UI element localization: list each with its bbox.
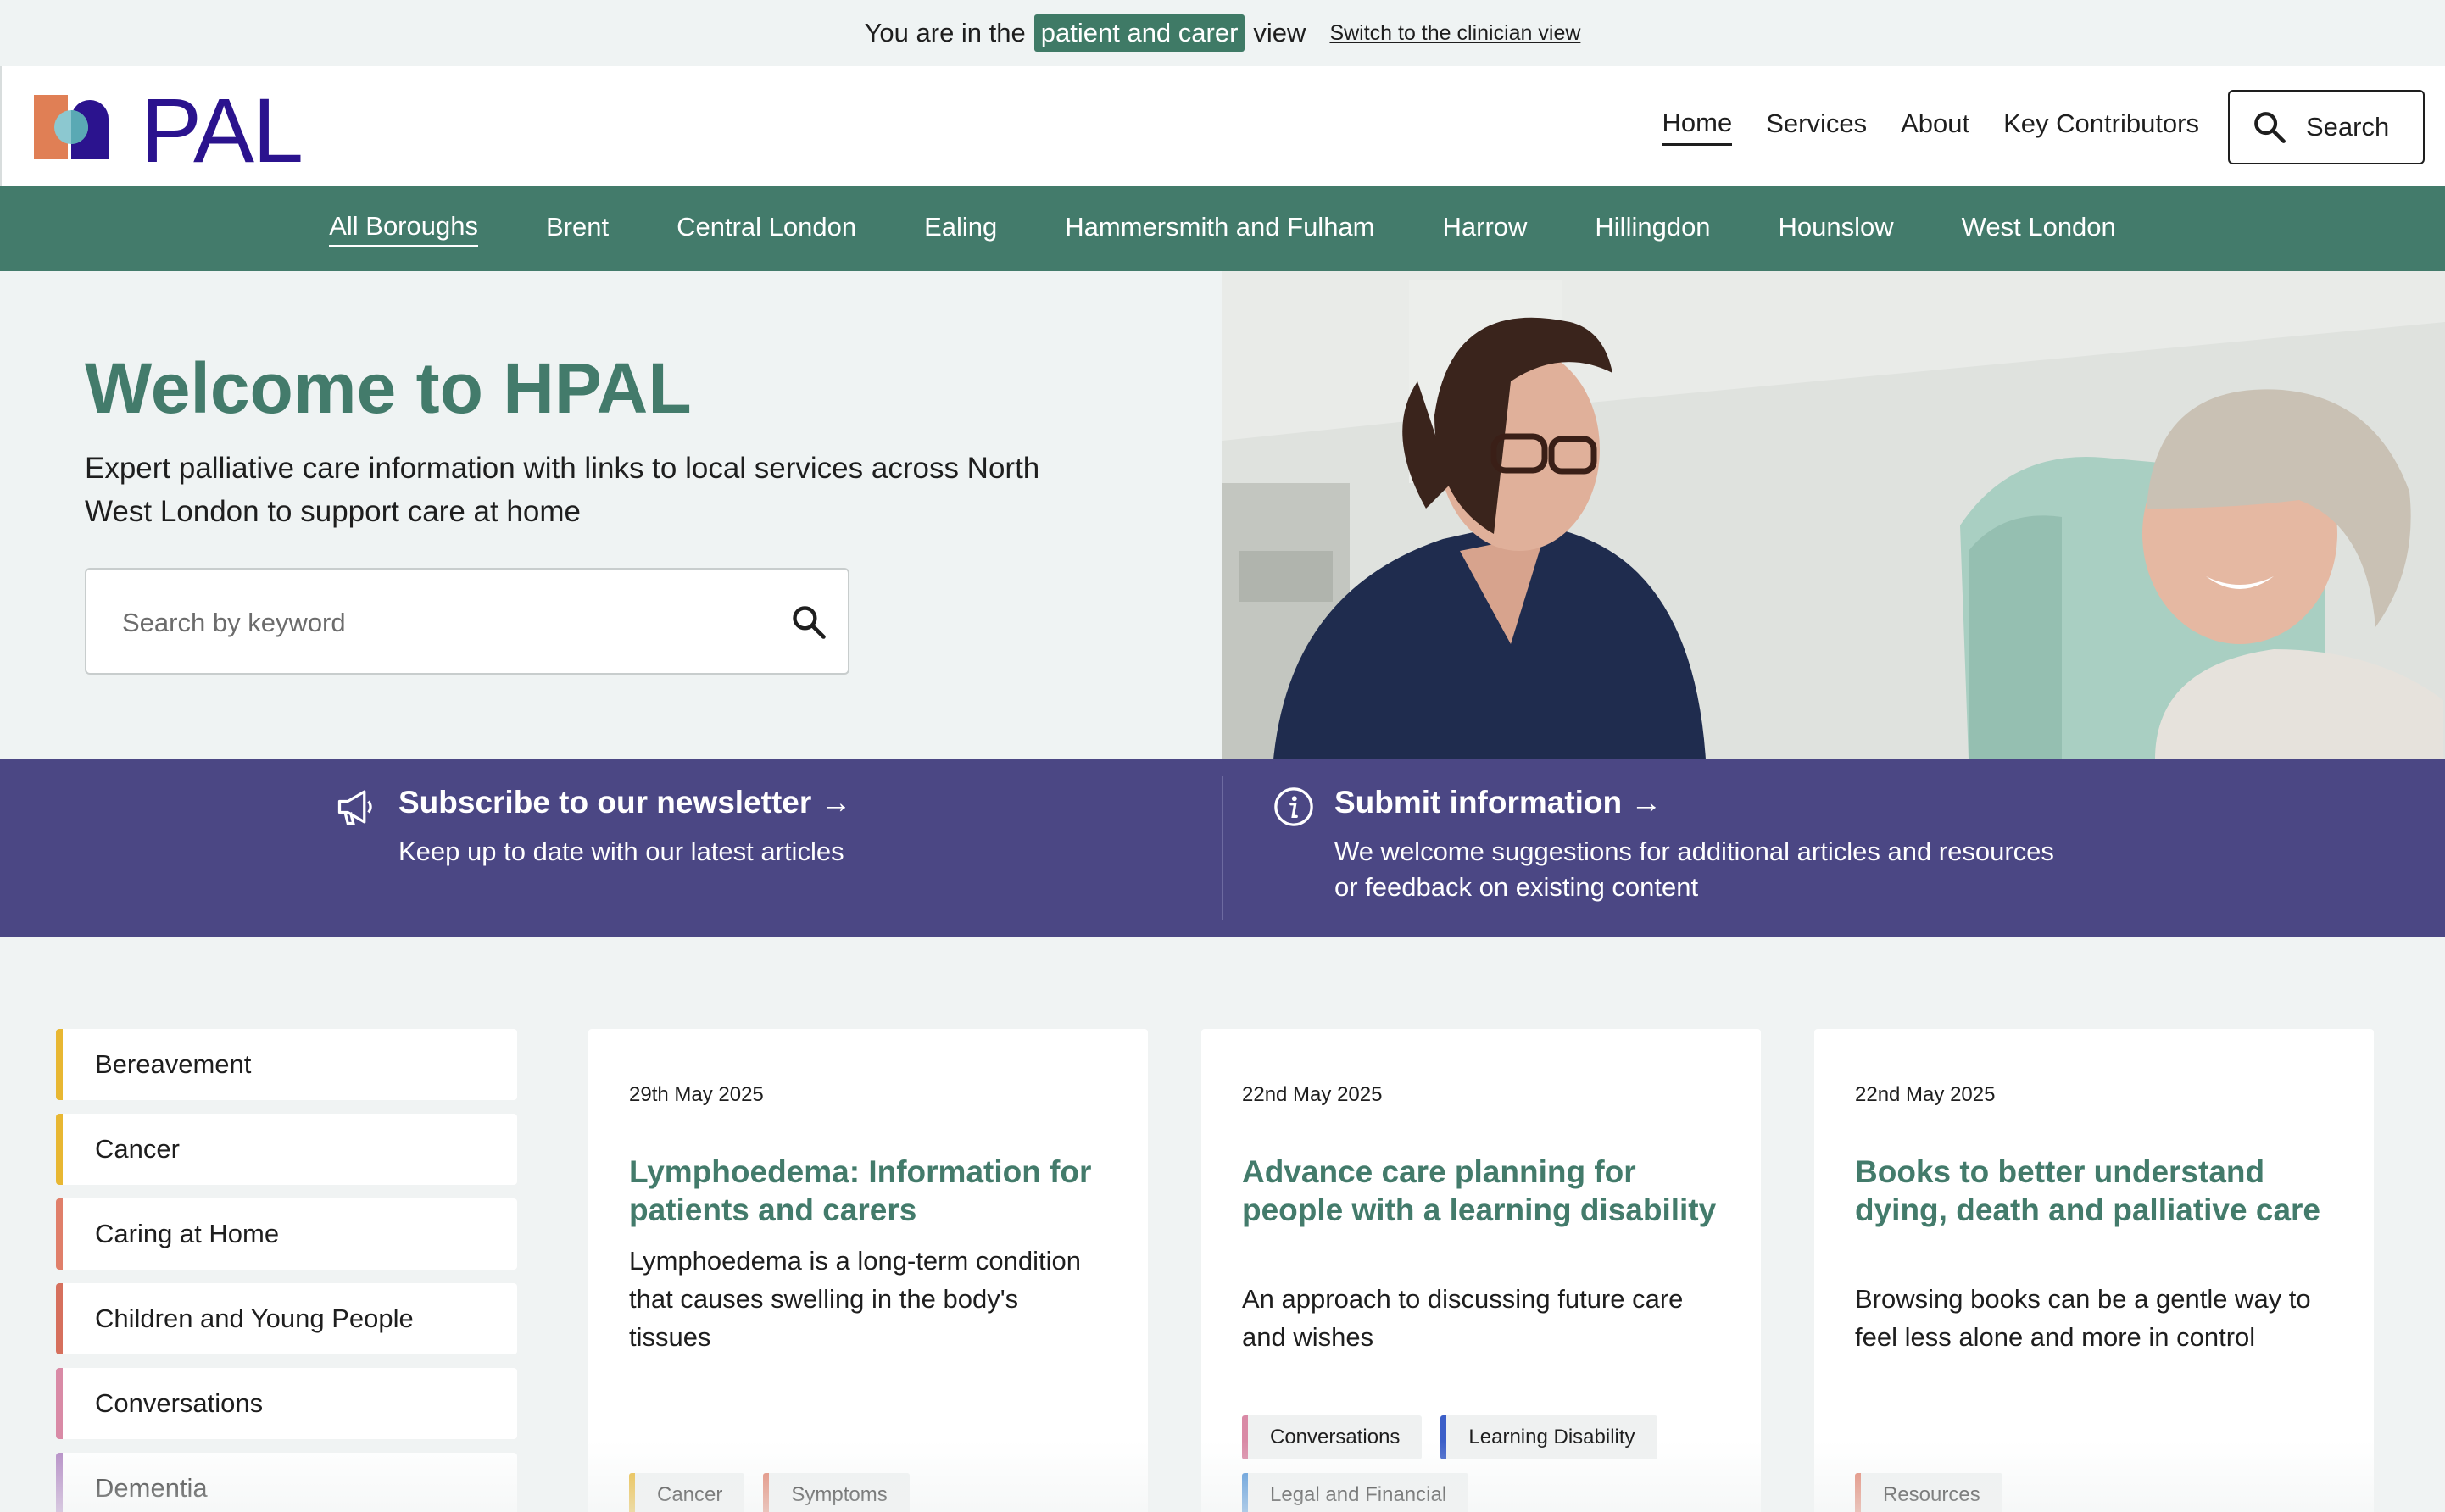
hero-subtitle: Expert palliative care information with … <box>85 452 1040 528</box>
borough-brent[interactable]: Brent <box>546 212 609 246</box>
logo-mark-icon <box>34 95 109 159</box>
article-tags: Resources <box>1855 1473 2347 1512</box>
nurse-and-patient-photo-icon <box>1222 271 2445 759</box>
borough-all[interactable]: All Boroughs <box>329 211 478 247</box>
article-title[interactable]: Advance care planning for people with a … <box>1242 1153 1734 1229</box>
tag-legal-financial[interactable]: Legal and Financial <box>1242 1473 1469 1512</box>
newsletter-title[interactable]: Subscribe to our newsletter → <box>398 785 852 820</box>
tag-symptoms[interactable]: Symptoms <box>763 1473 910 1512</box>
hero-title: Welcome to HPAL <box>85 348 692 428</box>
article-date: 22nd May 2025 <box>1242 1083 1383 1106</box>
banner-prefix: You are in the <box>864 18 1026 47</box>
logo-text: PAL <box>141 79 304 181</box>
page: You are in the patient and carer view Sw… <box>0 0 2445 1512</box>
submit-info-desc-line-2: or feedback on existing content <box>1334 871 1699 902</box>
nav-services[interactable]: Services <box>1766 108 1867 144</box>
article-desc: Lymphoedema is a long-term condition tha… <box>629 1246 1082 1352</box>
article-card[interactable]: 22nd May 2025 Books to better understand… <box>1814 1029 2374 1512</box>
keyword-search-input[interactable] <box>122 602 766 644</box>
search-icon <box>2254 112 2286 143</box>
hpal-logo[interactable]: PAL <box>34 85 304 176</box>
category-cancer[interactable]: Cancer <box>56 1114 517 1185</box>
tag-cancer[interactable]: Cancer <box>629 1473 745 1512</box>
banner-highlight: patient and carer <box>1033 14 1245 52</box>
category-bereavement[interactable]: Bereavement <box>56 1029 517 1100</box>
nav-home[interactable]: Home <box>1662 108 1733 146</box>
article-card[interactable]: 22nd May 2025 Advance care planning for … <box>1201 1029 1761 1512</box>
submit-info-desc: We welcome suggestions for additional ar… <box>1334 834 2054 905</box>
main-nav: Home Services About Key Contributors <box>1662 66 2199 186</box>
nav-about[interactable]: About <box>1901 108 1969 144</box>
borough-hammersmith-fulham[interactable]: Hammersmith and Fulham <box>1065 212 1374 246</box>
newsletter-desc: Keep up to date with our latest articles <box>398 837 844 866</box>
info-icon <box>1274 787 1313 826</box>
search-icon[interactable] <box>790 603 827 641</box>
tag-conversations[interactable]: Conversations <box>1242 1415 1423 1459</box>
tag-resources[interactable]: Resources <box>1855 1473 2002 1512</box>
borough-ealing[interactable]: Ealing <box>924 212 997 246</box>
article-title[interactable]: Lymphoedema: Information for patients an… <box>629 1153 1121 1229</box>
borough-hillingdon[interactable]: Hillingdon <box>1595 212 1710 246</box>
article-date: 29th May 2025 <box>629 1083 764 1106</box>
borough-nav: All Boroughs Brent Central London Ealing… <box>0 186 2445 271</box>
search-button-label: Search <box>2306 112 2390 142</box>
article-tags: Conversations Learning Disability Legal … <box>1242 1415 1734 1512</box>
megaphone-icon <box>337 790 372 825</box>
article-card[interactable]: 29th May 2025 Lymphoedema: Information f… <box>588 1029 1148 1512</box>
article-title[interactable]: Books to better understand dying, death … <box>1855 1153 2347 1229</box>
search-button[interactable]: Search <box>2228 90 2425 164</box>
hero-section: Welcome to HPAL Expert palliative care i… <box>0 271 1222 759</box>
category-conversations[interactable]: Conversations <box>56 1368 517 1439</box>
site-header: PAL Home Services About Key Contributors… <box>0 66 2445 186</box>
tag-learning-disability[interactable]: Learning Disability <box>1440 1415 1657 1459</box>
category-caring-at-home[interactable]: Caring at Home <box>56 1198 517 1270</box>
switch-view-link[interactable]: Switch to the clinician view <box>1329 21 1580 46</box>
borough-harrow[interactable]: Harrow <box>1443 212 1528 246</box>
article-tags: Cancer Symptoms <box>629 1473 1121 1512</box>
article-desc: An approach to discussing future care an… <box>1242 1284 1684 1352</box>
submit-info-cta[interactable]: Submit information → We welcome suggesti… <box>1334 785 2054 905</box>
category-dementia[interactable]: Dementia <box>56 1453 517 1512</box>
article-date: 22nd May 2025 <box>1855 1083 1996 1106</box>
cta-band: Subscribe to our newsletter → Keep up to… <box>0 759 2445 937</box>
borough-central-london[interactable]: Central London <box>677 212 856 246</box>
borough-hounslow[interactable]: Hounslow <box>1779 212 1894 246</box>
view-banner: You are in the patient and carer view Sw… <box>0 0 2445 66</box>
category-list: Bereavement Cancer Caring at Home Childr… <box>56 1029 517 1512</box>
nav-key-contributors[interactable]: Key Contributors <box>2003 108 2199 144</box>
hero-photo <box>1222 271 2445 759</box>
article-desc: Browsing books can be a gentle way to fe… <box>1855 1284 2311 1352</box>
submit-info-desc-line-1: We welcome suggestions for additional ar… <box>1334 837 2054 866</box>
banner-suffix: view <box>1253 18 1306 47</box>
borough-west-london[interactable]: West London <box>1962 212 2116 246</box>
cta-divider <box>1222 776 1223 920</box>
keyword-search-box <box>85 568 849 675</box>
newsletter-cta[interactable]: Subscribe to our newsletter → Keep up to… <box>398 785 852 870</box>
submit-info-title[interactable]: Submit information → <box>1334 785 2054 820</box>
category-children-young-people[interactable]: Children and Young People <box>56 1283 517 1354</box>
